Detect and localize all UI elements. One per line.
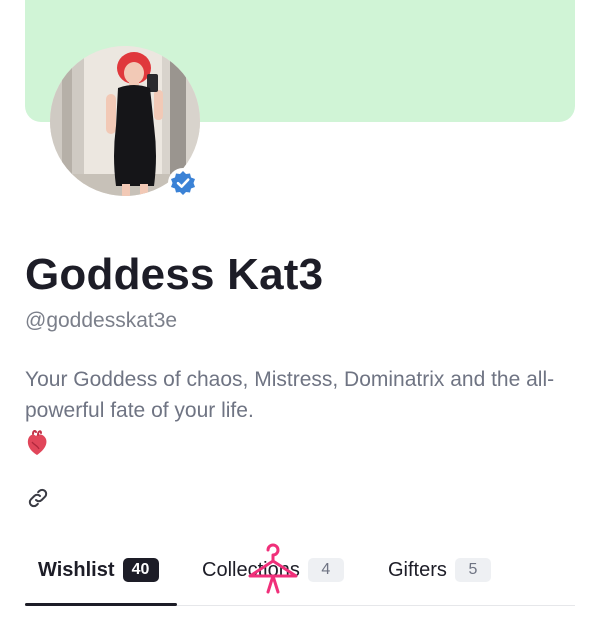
tab-wishlist[interactable]: Wishlist 40 (38, 558, 159, 582)
tab-gifters[interactable]: Gifters 5 (388, 558, 491, 582)
verified-check-icon (168, 168, 198, 198)
anatomical-heart-icon (26, 429, 48, 456)
profile-name: Goddess Kat3 (25, 250, 324, 299)
tab-count-badge: 5 (454, 558, 491, 582)
tab-count-badge: 40 (122, 558, 159, 582)
hanger-icon (244, 540, 302, 598)
profile-handle: @goddesskat3e (25, 309, 178, 332)
active-tab-indicator (25, 603, 177, 606)
link-icon[interactable] (26, 486, 50, 510)
profile-bio: Your Goddess of chaos, Mistress, Dominat… (25, 368, 555, 422)
avatar-container (50, 46, 200, 198)
tab-label: Gifters (388, 558, 447, 581)
tab-count-badge: 4 (307, 558, 344, 582)
tab-label: Wishlist (38, 558, 115, 581)
